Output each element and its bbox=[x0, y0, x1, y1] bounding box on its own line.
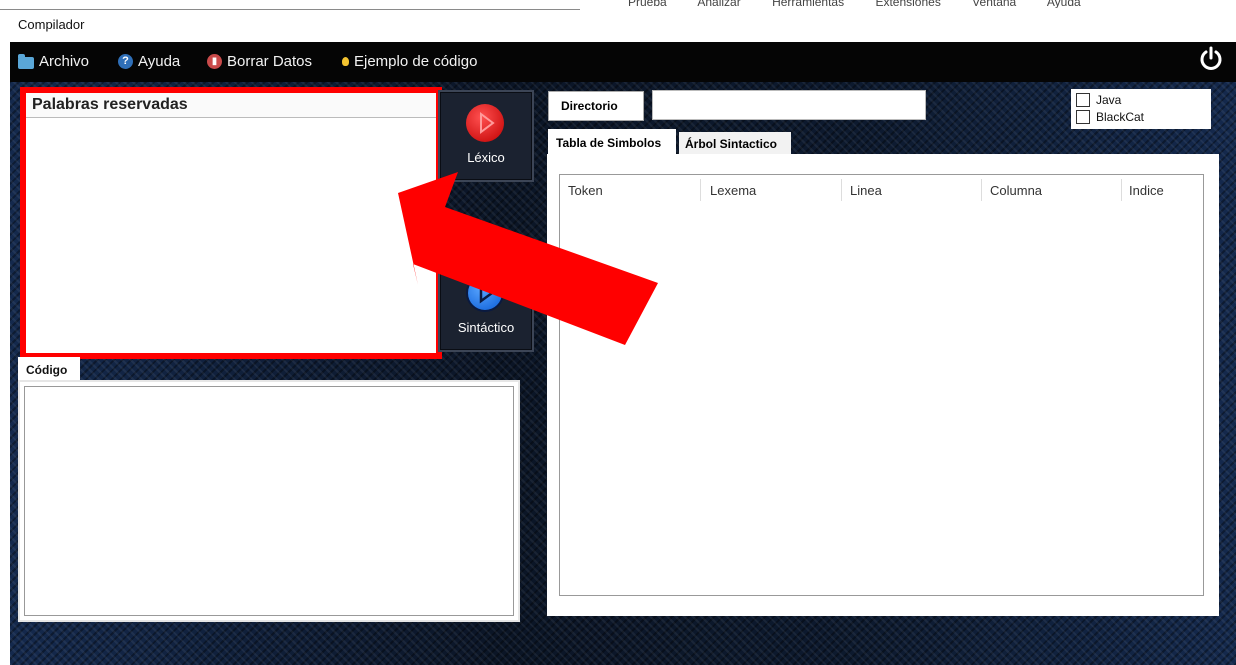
tab-label: Tabla de Simbolos bbox=[556, 136, 662, 150]
menu-label: Ejemplo de código bbox=[354, 53, 478, 70]
language-options: Java BlackCat bbox=[1071, 89, 1211, 129]
tab-tabla-simbolos[interactable]: Tabla de Simbolos bbox=[548, 129, 676, 155]
directorio-input[interactable] bbox=[652, 90, 926, 120]
button-label: Directorio bbox=[561, 99, 618, 113]
checkbox-blackcat[interactable]: BlackCat bbox=[1076, 110, 1144, 124]
menu-ayuda[interactable]: ? Ayuda bbox=[118, 53, 180, 70]
button-label: Sintáctico bbox=[457, 320, 515, 335]
bg-menu-item: Ayuda bbox=[1046, 0, 1081, 8]
checkbox-java[interactable]: Java bbox=[1076, 93, 1121, 107]
window-title: Compilador bbox=[18, 17, 85, 32]
tab-arbol-sintactico[interactable]: Árbol Sintactico bbox=[679, 132, 791, 155]
checkbox-icon bbox=[1076, 110, 1090, 124]
help-icon: ? bbox=[118, 54, 133, 69]
tab-codigo[interactable]: Código bbox=[18, 357, 80, 381]
menu-ejemplo-codigo[interactable]: Ejemplo de código bbox=[342, 53, 477, 70]
palabras-list[interactable] bbox=[26, 121, 436, 353]
bg-menu-item: Ventana bbox=[972, 0, 1017, 8]
bg-menu-item: Herramientas bbox=[772, 0, 845, 8]
power-icon[interactable] bbox=[1198, 46, 1224, 72]
menu-borrar-datos[interactable]: ▮ Borrar Datos bbox=[207, 53, 312, 70]
palabras-reservadas-panel: Palabras reservadas bbox=[20, 87, 442, 359]
column-separator bbox=[1121, 179, 1122, 201]
bg-menu-item: Prueba bbox=[628, 0, 667, 8]
play-icon bbox=[466, 104, 504, 142]
bulb-icon bbox=[342, 57, 349, 66]
menu-label: Borrar Datos bbox=[227, 53, 313, 70]
menu-label: Ayuda bbox=[138, 53, 181, 70]
title-bar: Prueba Analizar Herramientas Extensiones… bbox=[0, 0, 1236, 40]
bg-menu-item: Analizar bbox=[697, 0, 741, 8]
menu-bar: Archivo ? Ayuda ▮ Borrar Datos Ejemplo d… bbox=[10, 42, 1236, 82]
directorio-button[interactable]: Directorio bbox=[548, 91, 644, 121]
tabla-simbolos-panel: Token Lexema Linea Columna Indice bbox=[547, 154, 1219, 616]
sintactico-button[interactable]: Sintáctico bbox=[438, 260, 534, 352]
lexico-button[interactable]: Léxico bbox=[438, 90, 534, 182]
menu-label: Archivo bbox=[39, 53, 90, 70]
menu-archivo[interactable]: Archivo bbox=[18, 53, 89, 70]
column-header-indice[interactable]: Indice bbox=[1129, 183, 1164, 198]
column-separator bbox=[981, 179, 982, 201]
column-separator bbox=[841, 179, 842, 201]
main-area: Palabras reservadas Léxico Sintáctico Có… bbox=[10, 82, 1236, 665]
checkbox-label: BlackCat bbox=[1096, 110, 1145, 124]
column-header-columna[interactable]: Columna bbox=[990, 183, 1042, 198]
background-window-menu: Prueba Analizar Herramientas Extensiones… bbox=[628, 0, 1109, 8]
button-label: Léxico bbox=[467, 150, 505, 165]
codigo-panel bbox=[18, 380, 520, 622]
checkbox-label: Java bbox=[1096, 93, 1122, 107]
checkbox-icon bbox=[1076, 93, 1090, 107]
bg-menu-item: Extensiones bbox=[875, 0, 941, 8]
panel-header: Palabras reservadas bbox=[26, 93, 436, 118]
column-separator bbox=[700, 179, 701, 201]
tab-label: Código bbox=[26, 363, 68, 377]
code-editor[interactable] bbox=[24, 386, 514, 616]
column-header-linea[interactable]: Linea bbox=[850, 183, 882, 198]
symbol-table[interactable]: Token Lexema Linea Columna Indice bbox=[559, 174, 1204, 596]
play-icon bbox=[466, 274, 504, 312]
trash-icon: ▮ bbox=[207, 54, 222, 69]
tab-label: Árbol Sintactico bbox=[685, 137, 778, 151]
column-header-lexema[interactable]: Lexema bbox=[710, 183, 756, 198]
folder-icon bbox=[18, 53, 34, 69]
column-header-token[interactable]: Token bbox=[568, 183, 603, 198]
panel-title: Palabras reservadas bbox=[32, 96, 188, 113]
divider bbox=[0, 9, 580, 10]
